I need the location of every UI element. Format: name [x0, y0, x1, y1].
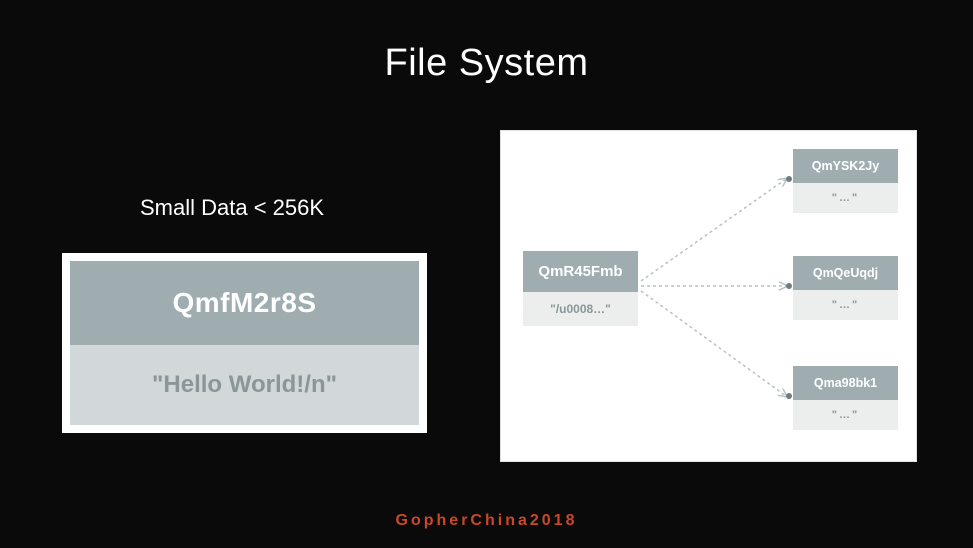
small-data-content: "Hello World!/n"	[70, 345, 419, 425]
child-node-3: Qma98bk1 "…"	[793, 366, 898, 430]
root-node-hash: QmR45Fmb	[523, 251, 638, 292]
child-node-1-hash: QmYSK2Jy	[793, 149, 898, 183]
child-node-1: QmYSK2Jy "…"	[793, 149, 898, 213]
slide-title: File System	[0, 42, 973, 85]
small-data-label: Small Data < 256K	[140, 195, 324, 221]
child-node-1-content: "…"	[793, 183, 898, 213]
large-data-panel: QmR45Fmb "/u0008…" QmYSK2Jy "…" QmQeUqdj…	[500, 130, 917, 462]
child-node-3-content: "…"	[793, 400, 898, 430]
root-node-content: "/u0008…"	[523, 292, 638, 326]
child-node-3-hash: Qma98bk1	[793, 366, 898, 400]
slide: File System Small Data < 256K QmfM2r8S "…	[0, 0, 973, 548]
child-node-2-hash: QmQeUqdj	[793, 256, 898, 290]
root-node: QmR45Fmb "/u0008…"	[523, 251, 638, 326]
child-node-2: QmQeUqdj "…"	[793, 256, 898, 320]
small-data-block: QmfM2r8S "Hello World!/n"	[62, 253, 427, 433]
footer-brand: GopherChina2018	[0, 512, 973, 530]
small-data-hash: QmfM2r8S	[70, 261, 419, 345]
child-node-2-content: "…"	[793, 290, 898, 320]
